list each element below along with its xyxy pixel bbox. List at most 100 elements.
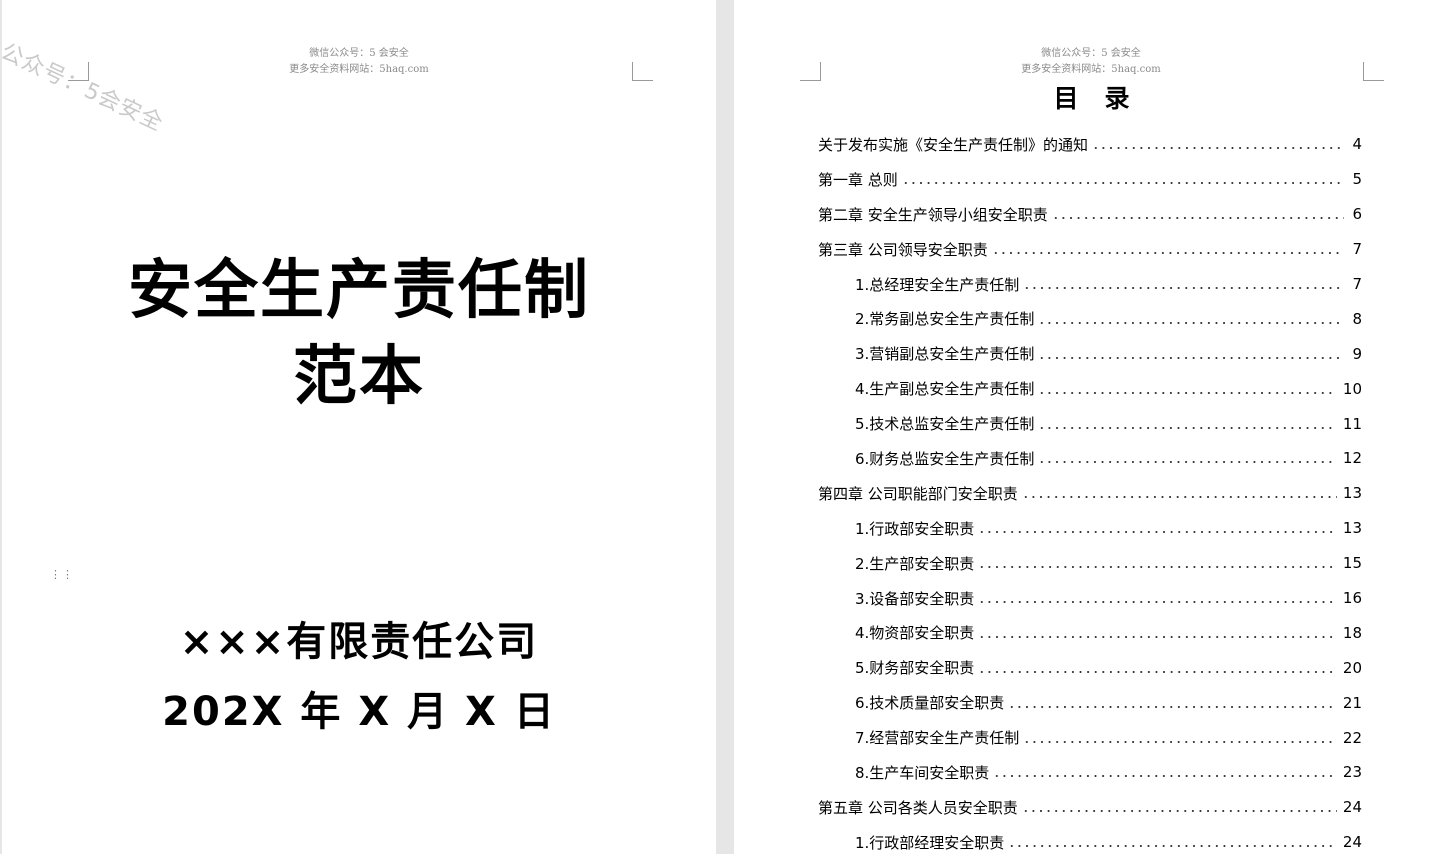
toc-entry-page-number: 24: [1342, 798, 1362, 817]
toc-entry[interactable]: 第四章 公司职能部门安全职责 13: [818, 476, 1362, 511]
toc-entry-title: 1.行政部经理安全职责: [855, 833, 1005, 852]
toc-entry[interactable]: 7.经营部安全生产责任制 22: [818, 720, 1362, 755]
page-header: 微信公众号：5 会安全 更多安全资料网站：5haq.com: [966, 46, 1216, 78]
toc-entry-page-number: 23: [1342, 763, 1362, 782]
toc-dot-leader: [1023, 739, 1337, 744]
toc-dot-leader: [978, 669, 1337, 674]
toc-entry[interactable]: 6.技术质量部安全职责 21: [818, 685, 1362, 720]
toc-entry-page-number: 10: [1342, 379, 1362, 398]
toc-entry-page-number: 24: [1342, 833, 1362, 852]
toc-dot-leader: [1038, 320, 1344, 325]
toc-dot-leader: [1092, 146, 1344, 151]
header-website-line: 更多安全资料网站：5haq.com: [1021, 64, 1161, 75]
toc-entry[interactable]: 关于发布实施《安全生产责任制》的通知 4: [818, 127, 1362, 162]
toc-entry[interactable]: 5.技术总监安全生产责任制 11: [818, 406, 1362, 441]
toc-list: 关于发布实施《安全生产责任制》的通知 4 第一章 总则 5 第二章 安全生产领导小组安全…: [818, 127, 1362, 854]
toc-entry-title: 1.行政部安全职责: [855, 519, 975, 538]
toc-entry-title: 关于发布实施《安全生产责任制》的通知: [818, 135, 1089, 154]
toc-entry-title: 第二章 安全生产领导小组安全职责: [818, 205, 1048, 224]
toc-entry-page-number: 7: [1352, 275, 1362, 293]
page-header: 微信公众号：5 会安全 更多安全资料网站：5haq.com: [234, 46, 484, 78]
toc-entry-title: 7.经营部安全生产责任制: [855, 729, 1020, 748]
document-title-line1: 安全生产责任制: [128, 254, 590, 328]
toc-dot-leader: [1023, 286, 1344, 290]
toc-dot-leader: [1038, 460, 1337, 465]
toc-heading: 目录: [1053, 84, 1156, 113]
toc-entry[interactable]: 2.生产部安全职责 15: [818, 546, 1362, 581]
toc-entry-page-number: 13: [1342, 519, 1362, 538]
watermark-text: 公众号：5会安全: [2, 39, 167, 137]
document-date: 202X 年 X 月 X 日: [162, 689, 556, 735]
toc-entry-page-number: 21: [1342, 693, 1362, 712]
toc-entry-title: 5.技术总监安全生产责任制: [855, 415, 1035, 434]
toc-entry-page-number: 8: [1352, 309, 1362, 328]
toc-entry[interactable]: 4.生产副总安全生产责任制 10: [818, 371, 1362, 406]
toc-entry-page-number: 12: [1342, 449, 1362, 468]
toc-entry-page-number: 4: [1352, 135, 1362, 154]
toc-dot-leader: [978, 530, 1337, 535]
toc-entry-title: 4.物资部安全职责: [855, 624, 975, 643]
toc-entry-page-number: 18: [1342, 623, 1362, 642]
toc-dot-leader: [1008, 704, 1337, 709]
toc-entry[interactable]: 3.设备部安全职责 16: [818, 581, 1362, 616]
toc-entry-page-number: 13: [1342, 484, 1362, 503]
toc-page: 微信公众号：5 会安全 更多安全资料网站：5haq.com 目录 关于发布实施《…: [734, 0, 1449, 854]
toc-dot-leader: [1038, 390, 1337, 395]
toc-dot-leader: [901, 181, 1344, 186]
toc-entry[interactable]: 1.行政部安全职责 13: [818, 511, 1362, 546]
toc-entry-title: 第四章 公司职能部门安全职责: [818, 484, 1018, 503]
toc-entry-title: 5.财务部安全职责: [855, 659, 975, 678]
toc-entry-title: 第三章 公司领导安全职责: [818, 240, 988, 259]
toc-entry-page-number: 22: [1342, 728, 1362, 747]
header-website-line: 更多安全资料网站：5haq.com: [289, 64, 429, 75]
toc-entry-page-number: 7: [1352, 240, 1362, 259]
drag-handle-icon[interactable]: ⋮⋮: [50, 569, 73, 588]
toc-entry-title: 6.技术质量部安全职责: [855, 694, 1005, 713]
toc-entry-title: 2.生产部安全职责: [855, 554, 975, 573]
toc-entry-title: 8.生产车间安全职责: [855, 763, 990, 782]
toc-entry[interactable]: 4.物资部安全职责 18: [818, 615, 1362, 650]
toc-dot-leader: [1051, 216, 1344, 221]
toc-dot-leader: [1021, 495, 1337, 500]
toc-entry[interactable]: 第三章 公司领导安全职责 7: [818, 232, 1362, 267]
toc-entry[interactable]: 5.财务部安全职责 20: [818, 650, 1362, 685]
toc-entry-page-number: 16: [1342, 589, 1362, 608]
toc-entry-page-number: 15: [1342, 554, 1362, 573]
toc-entry[interactable]: 3.营销副总安全生产责任制 9: [818, 336, 1362, 371]
toc-entry-title: 第五章 公司各类人员安全职责: [818, 798, 1018, 817]
toc-entry-title: 3.设备部安全职责: [855, 589, 975, 608]
toc-dot-leader: [1021, 809, 1337, 814]
toc-entry[interactable]: 8.生产车间安全职责 23: [818, 755, 1362, 790]
margin-corner-top-left: [800, 62, 821, 81]
toc-entry[interactable]: 1.行政部经理安全职责 24: [818, 825, 1362, 854]
toc-entry-page-number: 20: [1342, 658, 1362, 677]
toc-entry[interactable]: 第一章 总则 5: [818, 162, 1362, 197]
cover-page: 微信公众号：5 会安全 更多安全资料网站：5haq.com 公众号：5会安全 安…: [2, 0, 716, 854]
toc-dot-leader: [1008, 844, 1337, 849]
toc-entry[interactable]: 第五章 公司各类人员安全职责 24: [818, 790, 1362, 825]
toc-entry[interactable]: 第二章 安全生产领导小组安全职责 6: [818, 197, 1362, 232]
header-wechat-line: 微信公众号：5 会安全: [309, 48, 409, 59]
document-viewport: 微信公众号：5 会安全 更多安全资料网站：5haq.com 公众号：5会安全 安…: [0, 0, 1449, 854]
toc-entry-title: 第一章 总则: [818, 170, 898, 189]
toc-dot-leader: [991, 251, 1344, 256]
toc-dot-leader: [993, 774, 1337, 779]
toc-entry-title: 2.常务副总安全生产责任制: [855, 310, 1035, 329]
toc-entry-page-number: 11: [1342, 414, 1362, 433]
toc-dot-leader: [978, 565, 1337, 570]
margin-corner-top-right: [632, 62, 653, 81]
header-wechat-line: 微信公众号：5 会安全: [1041, 48, 1141, 59]
toc-entry-page-number: 6: [1352, 205, 1362, 224]
toc-entry-page-number: 9: [1352, 344, 1362, 363]
toc-dot-leader: [1038, 355, 1344, 360]
document-title-line2: 范本: [293, 340, 425, 414]
toc-dot-leader: [978, 634, 1337, 639]
toc-entry-title: 3.营销副总安全生产责任制: [855, 345, 1035, 364]
margin-corner-top-right: [1363, 62, 1384, 81]
toc-entry[interactable]: 2.常务副总安全生产责任制 8: [818, 301, 1362, 336]
toc-entry[interactable]: 1.总经理安全生产责任制 7: [818, 267, 1362, 302]
toc-dot-leader: [978, 600, 1337, 605]
toc-entry[interactable]: 6.财务总监安全生产责任制 12: [818, 441, 1362, 476]
company-name: ×××有限责任公司: [179, 619, 539, 665]
toc-entry-title: 1.总经理安全生产责任制: [855, 275, 1020, 294]
